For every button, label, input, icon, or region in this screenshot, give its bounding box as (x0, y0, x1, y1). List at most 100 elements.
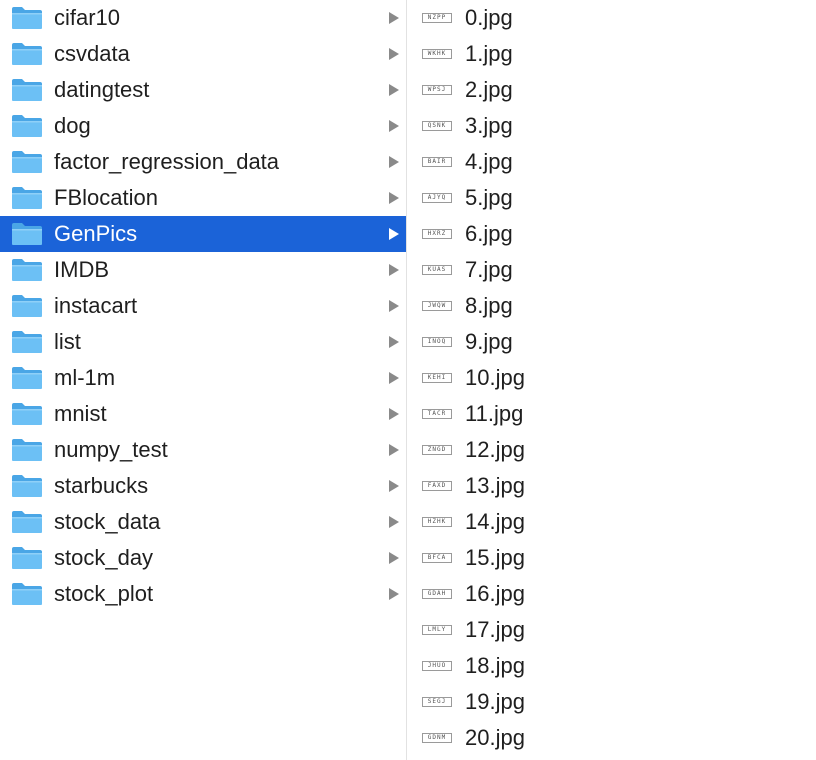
folder-name: list (54, 329, 81, 354)
folder-row[interactable]: GenPics (0, 216, 406, 252)
folder-row[interactable]: dog (0, 108, 406, 144)
image-thumbnail-icon: WKHK (422, 49, 452, 59)
folder-row[interactable]: ml-1m (0, 360, 406, 396)
folder-icon (11, 546, 43, 570)
disclosure-arrow-icon (389, 372, 399, 384)
image-thumbnail-icon: JWQW (422, 301, 452, 311)
folder-icon (11, 6, 43, 30)
folder-row[interactable]: starbucks (0, 468, 406, 504)
image-thumbnail-icon: SEGJ (422, 697, 452, 707)
folder-row[interactable]: IMDB (0, 252, 406, 288)
file-row[interactable]: GDNM 20.jpg (407, 720, 816, 756)
disclosure-arrow-icon (389, 588, 399, 600)
folder-name: FBlocation (54, 185, 158, 210)
file-row[interactable]: GDAH 16.jpg (407, 576, 816, 612)
file-name: 2.jpg (465, 77, 513, 102)
image-thumbnail-icon: GDNM (422, 733, 452, 743)
folder-name: instacart (54, 293, 138, 318)
file-row[interactable]: SEGJ 19.jpg (407, 684, 816, 720)
folder-name: stock_data (54, 509, 161, 534)
folder-name: starbucks (54, 473, 149, 498)
file-row[interactable]: WPSJ 2.jpg (407, 72, 816, 108)
folder-row[interactable]: cifar10 (0, 0, 406, 36)
disclosure-arrow-icon (389, 228, 399, 240)
image-thumbnail-icon: QSNK (422, 121, 452, 131)
folder-name: datingtest (54, 77, 150, 102)
image-thumbnail-icon: BFCA (422, 553, 452, 563)
disclosure-arrow-icon (389, 12, 399, 24)
file-name: 11.jpg (465, 401, 524, 426)
file-row[interactable]: BAIR 4.jpg (407, 144, 816, 180)
folder-row[interactable]: numpy_test (0, 432, 406, 468)
file-name: 5.jpg (465, 185, 513, 210)
file-name: 15.jpg (465, 545, 525, 570)
disclosure-arrow-icon (389, 444, 399, 456)
folder-name: stock_plot (54, 581, 154, 606)
folder-row[interactable]: factor_regression_data (0, 144, 406, 180)
file-row[interactable]: JHUO 18.jpg (407, 648, 816, 684)
image-thumbnail-icon: ZNGD (422, 445, 452, 455)
finder-column-browser: cifar10 csvdata datingtest dog factor_regres… (0, 0, 816, 760)
image-thumbnail-icon: INOQ (422, 337, 452, 347)
file-row[interactable]: ZNGD 12.jpg (407, 432, 816, 468)
disclosure-arrow-icon (389, 300, 399, 312)
folder-name: ml-1m (54, 365, 116, 390)
folder-name: cifar10 (54, 5, 121, 30)
file-row[interactable]: AJYQ 5.jpg (407, 180, 816, 216)
folder-name: dog (54, 113, 91, 138)
folder-icon (11, 582, 43, 606)
file-row[interactable]: NZPP 0.jpg (407, 0, 816, 36)
file-row[interactable]: TACR 11.jpg (407, 396, 816, 432)
image-thumbnail-icon: BAIR (422, 157, 452, 167)
file-row[interactable]: KUAS 7.jpg (407, 252, 816, 288)
file-name: 3.jpg (465, 113, 513, 138)
file-row[interactable]: LMLY 17.jpg (407, 612, 816, 648)
folder-icon (11, 78, 43, 102)
folder-icon (11, 330, 43, 354)
disclosure-arrow-icon (389, 336, 399, 348)
image-thumbnail-icon: KEHI (422, 373, 452, 383)
file-row[interactable]: KEHI 10.jpg (407, 360, 816, 396)
file-row[interactable]: BFCA 15.jpg (407, 540, 816, 576)
file-name: 17.jpg (465, 617, 525, 642)
folder-row[interactable]: stock_day (0, 540, 406, 576)
file-name: 4.jpg (465, 149, 513, 174)
folder-icon (11, 186, 43, 210)
folder-row[interactable]: list (0, 324, 406, 360)
file-row[interactable]: INOQ 9.jpg (407, 324, 816, 360)
folder-row[interactable]: instacart (0, 288, 406, 324)
disclosure-arrow-icon (389, 120, 399, 132)
file-name: 1.jpg (465, 41, 513, 66)
folder-row[interactable]: mnist (0, 396, 406, 432)
file-row[interactable]: HZHK 14.jpg (407, 504, 816, 540)
folder-name: mnist (54, 401, 107, 426)
folder-icon (11, 258, 43, 282)
file-name: 20.jpg (465, 725, 525, 750)
disclosure-arrow-icon (389, 156, 399, 168)
folder-row[interactable]: stock_plot (0, 576, 406, 612)
disclosure-arrow-icon (389, 552, 399, 564)
folder-name: stock_day (54, 545, 154, 570)
disclosure-arrow-icon (389, 408, 399, 420)
folder-name: factor_regression_data (54, 149, 280, 174)
folder-icon (11, 366, 43, 390)
image-thumbnail-icon: HZHK (422, 517, 452, 527)
folder-icon (11, 510, 43, 534)
file-row[interactable]: JWQW 8.jpg (407, 288, 816, 324)
folder-row[interactable]: csvdata (0, 36, 406, 72)
folder-icon (11, 402, 43, 426)
file-row[interactable]: QSNK 3.jpg (407, 108, 816, 144)
folder-row[interactable]: datingtest (0, 72, 406, 108)
file-name: 14.jpg (465, 509, 525, 534)
file-row[interactable]: WKHK 1.jpg (407, 36, 816, 72)
file-name: 0.jpg (465, 5, 513, 30)
folder-icon (11, 150, 43, 174)
folder-name: numpy_test (54, 437, 168, 462)
image-thumbnail-icon: AJYQ (422, 193, 452, 203)
folder-icon (11, 474, 43, 498)
folder-row[interactable]: stock_data (0, 504, 406, 540)
folder-row[interactable]: FBlocation (0, 180, 406, 216)
file-row[interactable]: FAXD 13.jpg (407, 468, 816, 504)
file-row[interactable]: HXRZ 6.jpg (407, 216, 816, 252)
disclosure-arrow-icon (389, 48, 399, 60)
